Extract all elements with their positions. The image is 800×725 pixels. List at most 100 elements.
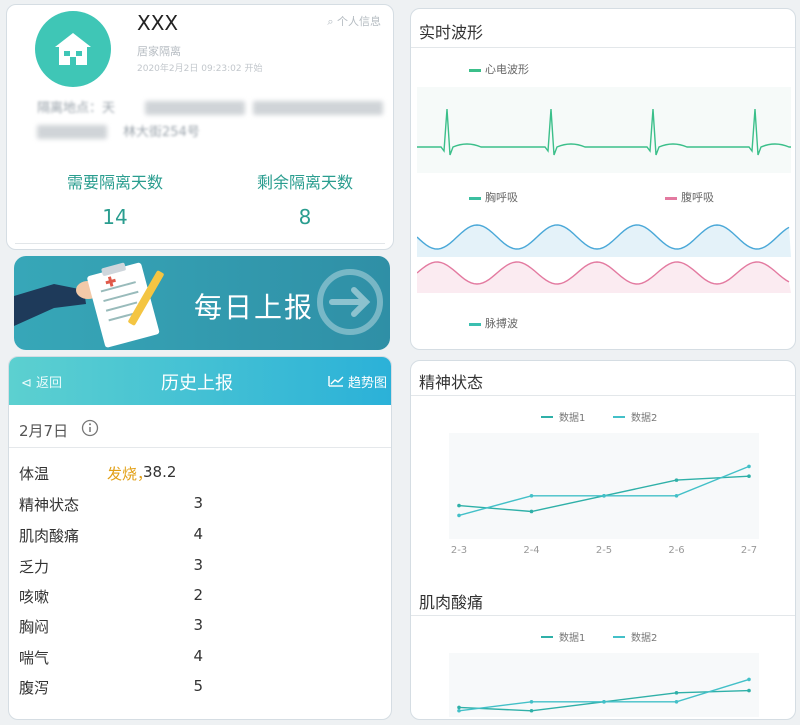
data-point [674,700,679,704]
legend-label: 心电波形 [485,63,529,76]
data-point [674,691,679,695]
muscle-ache-chart: 数据1 数据2 [449,631,759,717]
history-title: 历史上报 [161,373,233,394]
x-tick-label: 2-7 [741,545,757,556]
row-label: 精神状态 [19,496,80,514]
plot-area [449,653,759,717]
data-point [602,494,606,498]
data-point [529,708,534,713]
plot-area [449,433,759,539]
row-label: 咳嗽 [19,588,50,606]
row-label: 胸闷 [19,618,50,636]
data-point [529,509,534,514]
legend-label: 胸呼吸 [485,191,518,204]
back-label[interactable]: 返回 [36,376,62,391]
legend-swatch [469,322,481,326]
personal-info-link[interactable]: ⌕ 个人信息 [327,13,381,29]
profile-card: XXX ⌕ 个人信息 居家隔离 2020年2月2日 09:23:02 开始 隔离… [6,4,394,250]
pulse-wave-legend: 脉搏波 [469,315,518,331]
report-row: 腹泻 5 [19,677,219,699]
report-row-temperature: 体温 发烧， 38.2 [19,463,219,485]
row-value: 3 [193,616,203,634]
trend-charts-panel: 精神状态 数据1 数据2 2-3 2-4 2-5 2-6 2-7 肌肉酸痛 数据1 数据2 [410,360,796,720]
x-tick-label: 2-5 [596,545,612,556]
data-point [457,513,461,518]
back-circle-icon: ⊲ [21,376,32,391]
data-point [747,474,751,478]
row-value: 38.2 [143,463,177,481]
required-days-label: 需要隔离天数 [66,173,163,192]
history-header: ⊲ 返回 历史上报 趋势图 [9,357,391,405]
data-point [747,677,751,682]
row-value: 2 [193,586,203,604]
required-days-value: 14 [102,205,128,229]
legend-label: 脉搏波 [485,317,518,330]
history-panel: ⊲ 返回 历史上报 趋势图 2月7日 体温 发烧， 38.2 精神状态 3 肌肉… [8,356,392,720]
remaining-days-label: 剩余隔离天数 [256,173,353,192]
row-label: 喘气 [19,649,50,667]
address-line-2: 林大街254号 [123,125,200,140]
row-value: 3 [193,494,203,512]
user-name: XXX [137,11,179,35]
trend-button[interactable]: 趋势图 [328,372,387,391]
ecg-wave [417,87,791,173]
redacted-block [253,101,383,115]
report-row: 咳嗽 2 [19,586,219,608]
legend-swatch [665,196,677,200]
x-tick-label: 2-4 [523,545,539,556]
daily-report-button[interactable]: 每日上报 [14,256,390,350]
row-value: 4 [193,525,203,543]
divider [15,243,385,244]
legend-label: 腹呼吸 [681,191,714,204]
arrow-right-icon [317,269,383,335]
report-row: 精神状态 3 [19,494,219,516]
data-point [747,464,751,469]
realtime-waveform-panel: 实时波形 心电波形 胸呼吸 腹呼吸 脉搏波 [410,8,796,350]
house-avatar [35,11,111,87]
row-value: 5 [193,677,203,695]
report-row: 喘气 4 [19,647,219,669]
row-label: 腹泻 [19,679,50,697]
data-point [529,494,534,498]
data-point [457,705,461,710]
data-point [674,478,679,482]
row-value: 3 [193,556,203,574]
legend-label: 数据1 [559,631,585,644]
report-date: 2月7日 [19,422,69,440]
mental-state-chart: 数据1 数据2 2-3 2-4 2-5 2-6 2-7 [449,411,759,556]
address-line-1: 隔离地点：天 [37,101,116,116]
divider [411,47,795,48]
row-label: 乏力 [19,558,50,576]
divider [411,615,795,616]
data-point [747,688,751,693]
legend-swatch [469,68,481,72]
legend-label: 数据1 [559,411,585,424]
data-point [529,700,534,704]
row-value: 4 [193,647,203,665]
chest-breath-legend: 胸呼吸 [469,189,518,205]
data-point [457,708,461,713]
remaining-days-value: 8 [298,205,312,229]
isolation-start-time: 2020年2月2日 09:23:02 开始 [137,64,263,74]
trend-chart-icon [328,376,344,387]
x-tick-label: 2-3 [451,545,467,556]
personal-info-label[interactable]: 个人信息 [337,15,381,28]
data-point [602,700,606,704]
row-label: 肌肉酸痛 [19,527,80,545]
mental-state-chart-title: 精神状态 [419,373,484,392]
x-tick-label: 2-6 [668,545,684,556]
report-row: 肌肉酸痛 4 [19,525,219,547]
data-point [674,494,679,498]
report-row: 乏力 3 [19,556,219,578]
row-label: 体温 [19,465,50,483]
muscle-ache-chart-title: 肌肉酸痛 [419,593,484,612]
trend-label[interactable]: 趋势图 [348,376,387,391]
legend-swatch [469,196,481,200]
back-button[interactable]: ⊲ 返回 [21,372,62,391]
house-icon [55,33,91,65]
daily-report-label[interactable]: 每日上报 [194,286,314,326]
isolation-type: 居家隔离 [137,45,181,58]
info-icon[interactable] [81,419,99,437]
clipboard-illustration-icon [14,262,164,348]
legend-label: 数据2 [631,631,657,644]
